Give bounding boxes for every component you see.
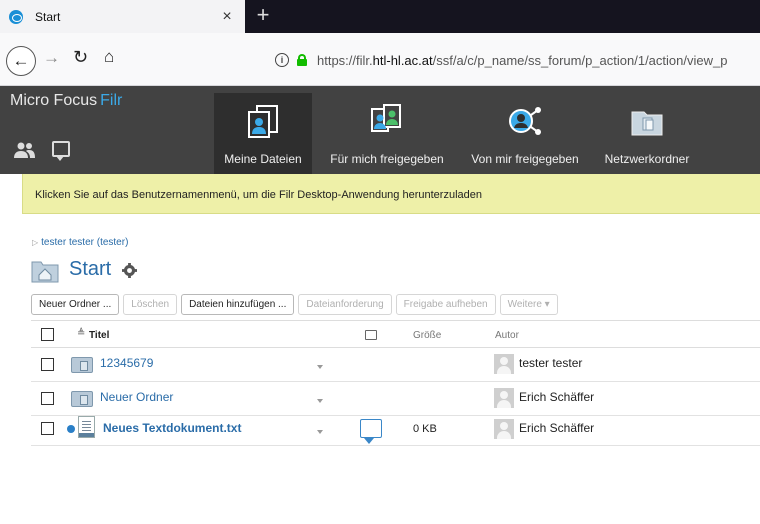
sort-icon[interactable]: ≜ — [77, 328, 85, 339]
new-tab-button[interactable]: + — [250, 2, 276, 30]
shared-by-me-icon — [509, 107, 541, 135]
row-checkbox[interactable] — [41, 392, 54, 405]
forward-button[interactable]: → — [43, 48, 60, 68]
folder-icon — [71, 357, 93, 373]
info-icon[interactable]: i — [275, 53, 289, 67]
browser-navbar: ← → ↻ ⌂ i https://filr. htl-hl.ac.at/ssf/… — [0, 33, 760, 86]
tab-label: Von mir freigegeben — [471, 152, 579, 166]
row-menu-caret-icon[interactable] — [317, 365, 323, 369]
browser-tab-strip: Start × + — [0, 0, 760, 33]
table-row[interactable]: Neuer Ordner Erich Schäffer — [31, 382, 760, 416]
item-name-link[interactable]: 12345679 — [100, 356, 153, 370]
network-folder-icon — [631, 111, 663, 136]
tab-von-mir-freigegeben[interactable]: Von mir freigegeben — [460, 93, 590, 174]
comment-icon[interactable] — [360, 419, 382, 444]
new-folder-button[interactable]: Neuer Ordner ... — [31, 294, 120, 315]
item-name-link[interactable]: Neues Textdokument.txt — [103, 421, 241, 435]
users-icon[interactable] — [14, 142, 36, 158]
filr-favicon-icon — [9, 9, 23, 24]
text-file-icon — [78, 416, 95, 438]
page-title: Start — [69, 258, 112, 280]
table-row[interactable]: Neues Textdokument.txt 0 KB Erich Schäff… — [31, 416, 760, 446]
status-dot-icon — [67, 425, 75, 433]
column-title[interactable]: Titel — [89, 330, 109, 341]
file-request-button[interactable]: Dateianforderung — [298, 294, 392, 315]
breadcrumb-arrow-icon: ▷ — [32, 238, 39, 247]
close-tab-icon[interactable]: × — [217, 7, 237, 27]
desktop-app-banner: Klicken Sie auf das Benutzernamenmenü, u… — [22, 174, 760, 214]
url-prefix: https://filr. — [317, 52, 373, 68]
avatar — [494, 419, 514, 439]
brand-product: Filr — [100, 92, 123, 109]
filr-header: Micro Focus Filr Meine Dateien Für mich f… — [0, 86, 760, 174]
banner-text: Klicken Sie auf das Benutzernamenmenü, u… — [35, 189, 482, 201]
row-checkbox[interactable] — [41, 358, 54, 371]
browser-tab-title: Start — [35, 9, 61, 24]
tab-fuer-mich-freigegeben[interactable]: Für mich freigegeben — [318, 93, 456, 174]
add-files-button[interactable]: Dateien hinzufügen ... — [181, 294, 295, 315]
back-button[interactable]: ← — [6, 46, 36, 76]
url-domain: htl-hl.ac.at — [372, 52, 433, 68]
tab-label: Für mich freigegeben — [330, 152, 444, 166]
lock-icon — [297, 54, 307, 66]
author-name: Erich Schäffer — [519, 390, 595, 404]
comment-column-icon — [365, 330, 377, 340]
row-checkbox[interactable] — [41, 422, 54, 435]
file-toolbar: Neuer Ordner ... Löschen Dateien hinzufü… — [31, 294, 562, 316]
breadcrumb[interactable]: ▷ tester tester (tester) — [32, 237, 128, 248]
row-menu-caret-icon[interactable] — [317, 399, 323, 403]
brand-logo: Micro Focus Filr — [10, 92, 122, 110]
row-menu-caret-icon[interactable] — [317, 430, 323, 434]
unshare-button[interactable]: Freigabe aufheben — [395, 294, 496, 315]
chat-icon[interactable] — [52, 141, 70, 161]
tab-meine-dateien[interactable]: Meine Dateien — [214, 93, 312, 174]
home-button[interactable]: ⌂ — [104, 47, 114, 67]
gear-icon[interactable] — [122, 263, 137, 278]
shared-with-me-icon — [371, 104, 401, 132]
brand-name: Micro Focus — [10, 92, 98, 109]
home-folder-icon — [31, 261, 59, 283]
my-files-icon — [248, 105, 278, 138]
author-name: Erich Schäffer — [519, 421, 595, 435]
table-header: ≜ Titel Größe Autor — [31, 320, 760, 348]
tab-label: Netzwerkordner — [604, 152, 690, 166]
author-name: tester tester — [519, 356, 583, 370]
delete-button[interactable]: Löschen — [123, 294, 178, 315]
reload-button[interactable]: ↻ — [73, 47, 88, 68]
file-size: 0 KB — [413, 423, 437, 435]
avatar — [494, 388, 514, 408]
tab-netzwerkordner[interactable]: Netzwerkordner — [594, 93, 700, 174]
tab-label: Meine Dateien — [224, 152, 302, 166]
avatar — [494, 354, 514, 374]
browser-tab[interactable]: Start × — [0, 0, 245, 33]
folder-icon — [71, 391, 93, 407]
address-bar[interactable]: i https://filr. htl-hl.ac.at/ssf/a/c/p_na… — [270, 47, 760, 73]
select-all-checkbox[interactable] — [41, 328, 54, 341]
url-path: /ssf/a/c/p_name/ss_forum/p_action/1/acti… — [432, 52, 728, 68]
column-size[interactable]: Größe — [413, 330, 441, 341]
breadcrumb-link[interactable]: tester tester (tester) — [41, 237, 128, 248]
item-name-link[interactable]: Neuer Ordner — [100, 390, 173, 404]
column-author[interactable]: Autor — [495, 330, 519, 341]
more-button[interactable]: Weitere ▾ — [499, 294, 558, 315]
table-row[interactable]: 12345679 tester tester — [31, 348, 760, 382]
